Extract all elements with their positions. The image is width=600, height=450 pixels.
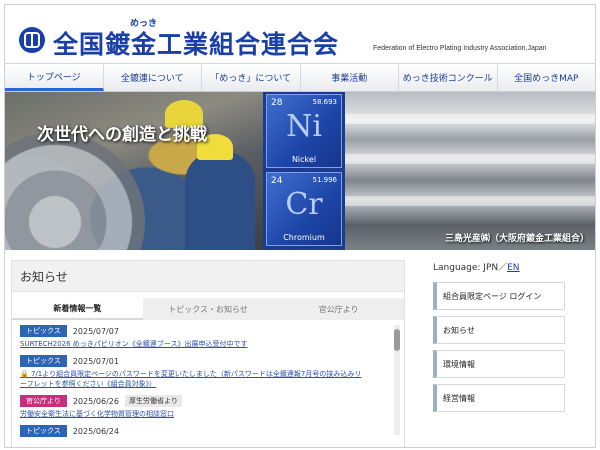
site-title[interactable]: 全国鍍金工業組合連合会	[53, 25, 339, 61]
element-mass: 51.996	[312, 176, 338, 184]
notice-scrollbar[interactable]	[394, 325, 400, 435]
element-number: 24	[271, 176, 283, 186]
list-item: トピックス 2025/07/01 🔒 7/1より組合員限定ページのパスワードを変…	[20, 355, 390, 389]
sidebar-item-environment[interactable]: 環境情報	[433, 350, 565, 378]
source-badge: 厚生労働省より	[124, 395, 182, 407]
sidebar-item-management[interactable]: 経営情報	[433, 384, 565, 412]
main-nav: トップページ 全鍍連について 「めっき」について 事業活動 めっき技術コンクール…	[5, 63, 595, 92]
list-item: 官公庁より 2025/06/26 厚生労働省より 労働安全衛生法に基づく化学物質…	[20, 395, 390, 419]
roller-highlight	[345, 154, 595, 164]
polished-disc-shape	[5, 132, 145, 250]
language-switcher: Language: JPN／EN	[433, 260, 565, 274]
entry-link[interactable]: 労働安全衛生法に基づく化学物質管理の相談窓口	[20, 409, 390, 419]
tab-topics[interactable]: トピックス・お知らせ	[142, 298, 274, 320]
nav-item-map[interactable]: 全国めっきMAP	[498, 64, 596, 91]
roller-highlight	[345, 196, 595, 206]
sidebar-item-member-login[interactable]: 組合員限定ページ ログイン	[433, 282, 565, 310]
entry-date: 2025/06/26	[72, 396, 119, 406]
category-badge: トピックス	[20, 325, 67, 337]
entry-date: 2025/07/01	[72, 356, 119, 366]
notice-tabs: 新着情報一覧 トピックス・お知らせ 官公庁より	[12, 298, 405, 320]
scrollbar-thumb[interactable]	[394, 329, 400, 351]
entry-date: 2025/07/07	[72, 326, 119, 336]
list-item: トピックス 2025/06/24	[20, 425, 390, 437]
nav-item-top[interactable]: トップページ	[5, 64, 104, 91]
notice-heading: お知らせ	[12, 261, 404, 292]
element-name: Chromium	[283, 233, 325, 242]
nav-item-contest[interactable]: めっき技術コンクール	[399, 64, 498, 91]
element-name: Nickel	[291, 155, 317, 164]
element-tile-nickel: 28 58.693 Ni Nickel	[266, 94, 342, 168]
hero-photo-rollers: 三島光産㈱（大阪府鍍金工業組合）	[345, 92, 595, 250]
nav-item-plating[interactable]: 「めっき」について	[202, 64, 301, 91]
notice-panel: お知らせ 新着情報一覧 トピックス・お知らせ 官公庁より トピックス 2025/…	[11, 260, 405, 447]
list-item: トピックス 2025/07/07 SURTECH2026 めっきパビリオン《全鍍…	[20, 325, 390, 349]
category-badge: トピックス	[20, 425, 67, 437]
category-badge: 官公庁より	[20, 395, 67, 407]
sidebar: Language: JPN／EN 組合員限定ページ ログイン お知らせ 環境情報…	[433, 260, 565, 412]
photo-caption: 三島光産㈱（大阪府鍍金工業組合）	[444, 234, 589, 244]
nav-item-about[interactable]: 全鍍連について	[104, 64, 202, 91]
scroll-up-arrow-icon[interactable]	[394, 319, 400, 334]
entry-link[interactable]: 🔒 7/1より組合員限定ページのパスワードを変更いたしました（新パスワードは全鍍…	[20, 369, 365, 389]
element-mass: 58.693	[312, 98, 338, 106]
element-symbol: Ni	[286, 109, 322, 144]
site-subtitle: Federation of Electro Plating Industry A…	[373, 45, 547, 52]
hero-photo-workers: 次世代への創造と挑戦	[5, 92, 263, 250]
tab-government[interactable]: 官公庁より	[273, 298, 405, 320]
element-tile-chromium: 24 51.996 Cr Chromium	[266, 172, 342, 246]
federation-logo-icon[interactable]	[19, 27, 45, 53]
page-frame: めっき 全国鍍金工業組合連合会 Federation of Electro Pl…	[4, 4, 596, 448]
element-symbol: Cr	[285, 187, 323, 222]
language-en-link[interactable]: EN	[507, 263, 519, 273]
entry-link[interactable]: SURTECH2026 めっきパビリオン《全鍍連ブース》出展申込受付中です	[20, 339, 390, 349]
category-badge: トピックス	[20, 355, 67, 367]
notice-list: トピックス 2025/07/07 SURTECH2026 めっきパビリオン《全鍍…	[20, 325, 390, 443]
hero-banner: 次世代への創造と挑戦 28 58.693 Ni Nickel 24 51.996…	[5, 92, 595, 250]
language-label: Language: JPN／	[433, 263, 508, 273]
roller-highlight	[345, 114, 595, 124]
nav-item-activities[interactable]: 事業活動	[301, 64, 399, 91]
sidebar-item-notices[interactable]: お知らせ	[433, 316, 565, 344]
hero-slogan: 次世代への創造と挑戦	[37, 125, 207, 145]
element-tiles: 28 58.693 Ni Nickel 24 51.996 Cr Chromiu…	[263, 92, 345, 250]
tab-latest[interactable]: 新着情報一覧	[12, 298, 143, 320]
element-number: 28	[271, 98, 283, 108]
worker-shape	[185, 152, 255, 250]
site-header: めっき 全国鍍金工業組合連合会 Federation of Electro Pl…	[5, 5, 595, 63]
entry-date: 2025/06/24	[72, 426, 119, 436]
